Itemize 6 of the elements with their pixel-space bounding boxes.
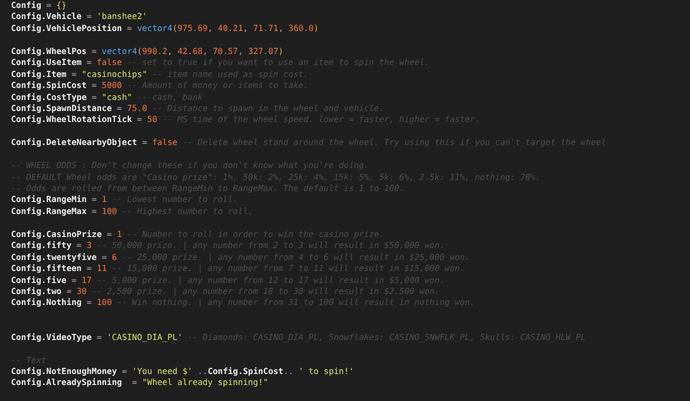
code-line: Config.WheelPos = vector4(990.2, 42.68, 70.57, 327.07) (11, 46, 284, 58)
code-line: Config = {} (11, 0, 66, 12)
code-line: Config.Vehicle = 'banshee2' (11, 11, 148, 23)
code-line: Config.NotEnoughMoney = 'You need $' ..Config.SpinCost.. ' to spin!' (11, 366, 354, 378)
code-line: Config.AlreadySpinning = "Wheel already spinning!" (11, 377, 268, 389)
code-line: Config.VehiclePosition = vector4(975.69, 40.21, 71.71, 360.0) (11, 22, 319, 34)
